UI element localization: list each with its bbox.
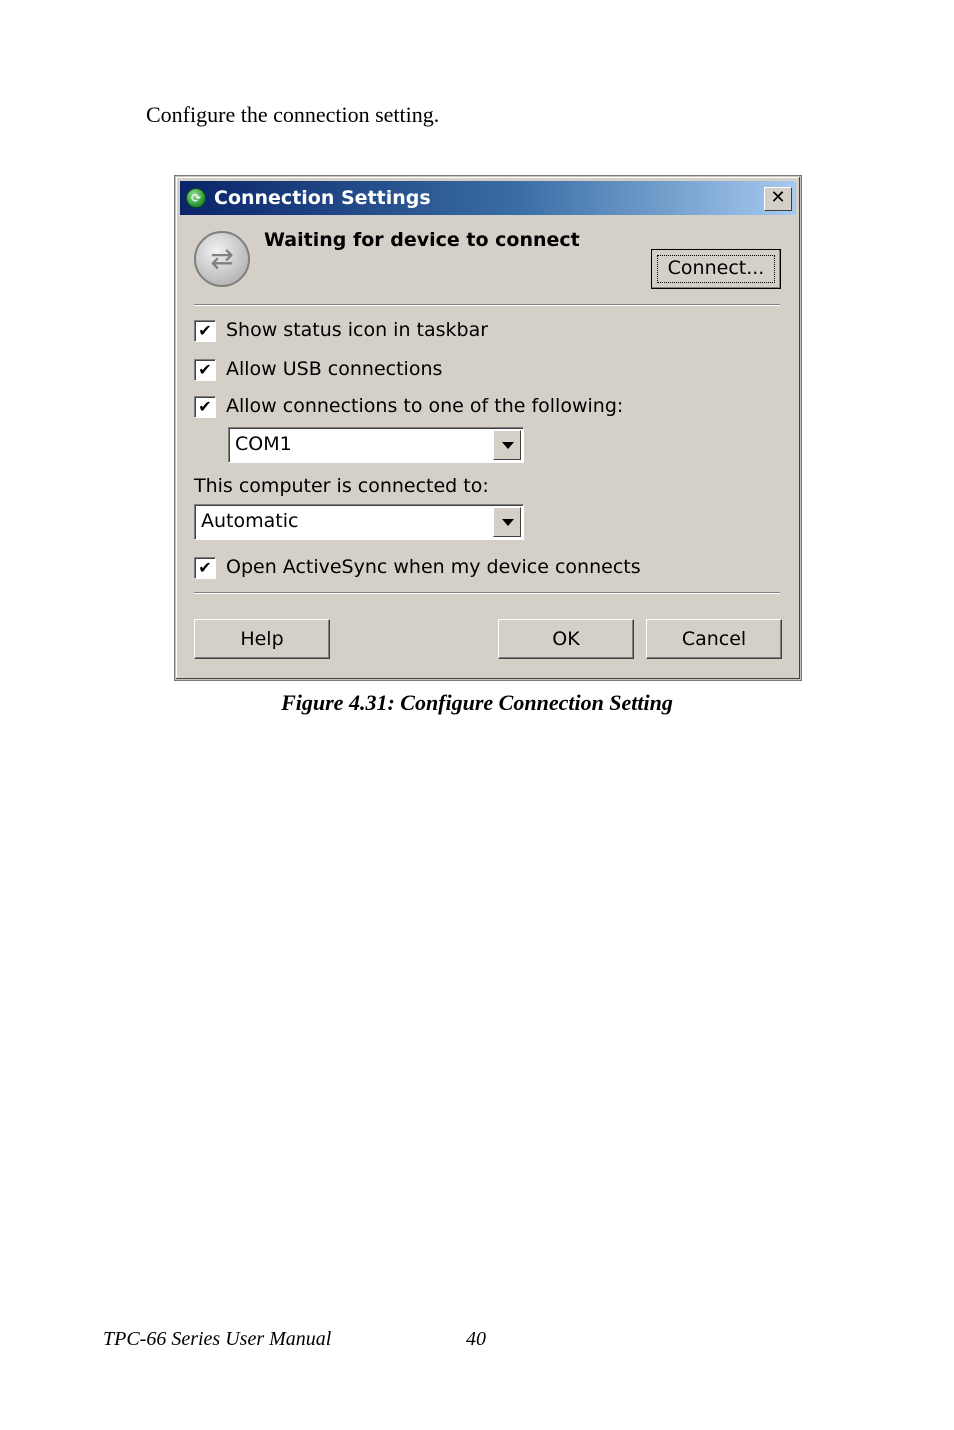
connection-settings-dialog: ⟳ Connection Settings ✕ ⇄ Waiting for de… (175, 176, 801, 680)
ok-button-label: OK (552, 628, 580, 650)
figure-caption: Figure 4.31: Configure Connection Settin… (281, 690, 673, 715)
close-icon: ✕ (770, 187, 786, 208)
dialog-title: Connection Settings (214, 187, 431, 209)
activesync-icon: ⟳ (186, 188, 206, 208)
sync-status-icon: ⇄ (194, 231, 250, 287)
connection-status: Waiting for device to connect (264, 229, 580, 251)
checkbox-checkmark-icon[interactable]: ✔ (194, 320, 216, 342)
connected-to-label: This computer is connected to: (194, 475, 489, 497)
connected-to-select[interactable]: Automatic (194, 504, 524, 540)
help-button-label: Help (240, 628, 284, 650)
connected-to-value: Automatic (201, 510, 299, 532)
help-button[interactable]: Help (194, 619, 330, 659)
dropdown-arrow-icon[interactable] (493, 430, 521, 460)
checkbox-checkmark-icon[interactable]: ✔ (194, 396, 216, 418)
close-button[interactable]: ✕ (764, 187, 792, 211)
checkbox-label: Allow connections to one of the followin… (226, 395, 624, 417)
checkbox-label: Show status icon in taskbar (226, 319, 489, 341)
footer-page-number: 40 (466, 1328, 486, 1350)
port-select[interactable]: COM1 (228, 427, 524, 463)
checkbox-label: Allow USB connections (226, 358, 443, 380)
dialog-titlebar: ⟳ Connection Settings ✕ (180, 181, 796, 215)
separator-top (194, 304, 780, 306)
checkbox-label: Open ActiveSync when my device connects (226, 556, 641, 578)
intro-text: Configure the connection setting. (146, 102, 440, 127)
port-select-value: COM1 (235, 433, 292, 455)
connect-button[interactable]: Connect... (651, 249, 781, 289)
separator-bottom (194, 592, 780, 594)
checkbox-checkmark-icon[interactable]: ✔ (194, 359, 216, 381)
cancel-button[interactable]: Cancel (646, 619, 782, 659)
ok-button[interactable]: OK (498, 619, 634, 659)
cancel-button-label: Cancel (681, 628, 747, 650)
dropdown-arrow-icon[interactable] (493, 507, 521, 537)
focus-rect (657, 255, 775, 283)
checkbox-checkmark-icon[interactable]: ✔ (194, 557, 216, 579)
footer-manual-title: TPC-66 Series User Manual (103, 1328, 332, 1350)
